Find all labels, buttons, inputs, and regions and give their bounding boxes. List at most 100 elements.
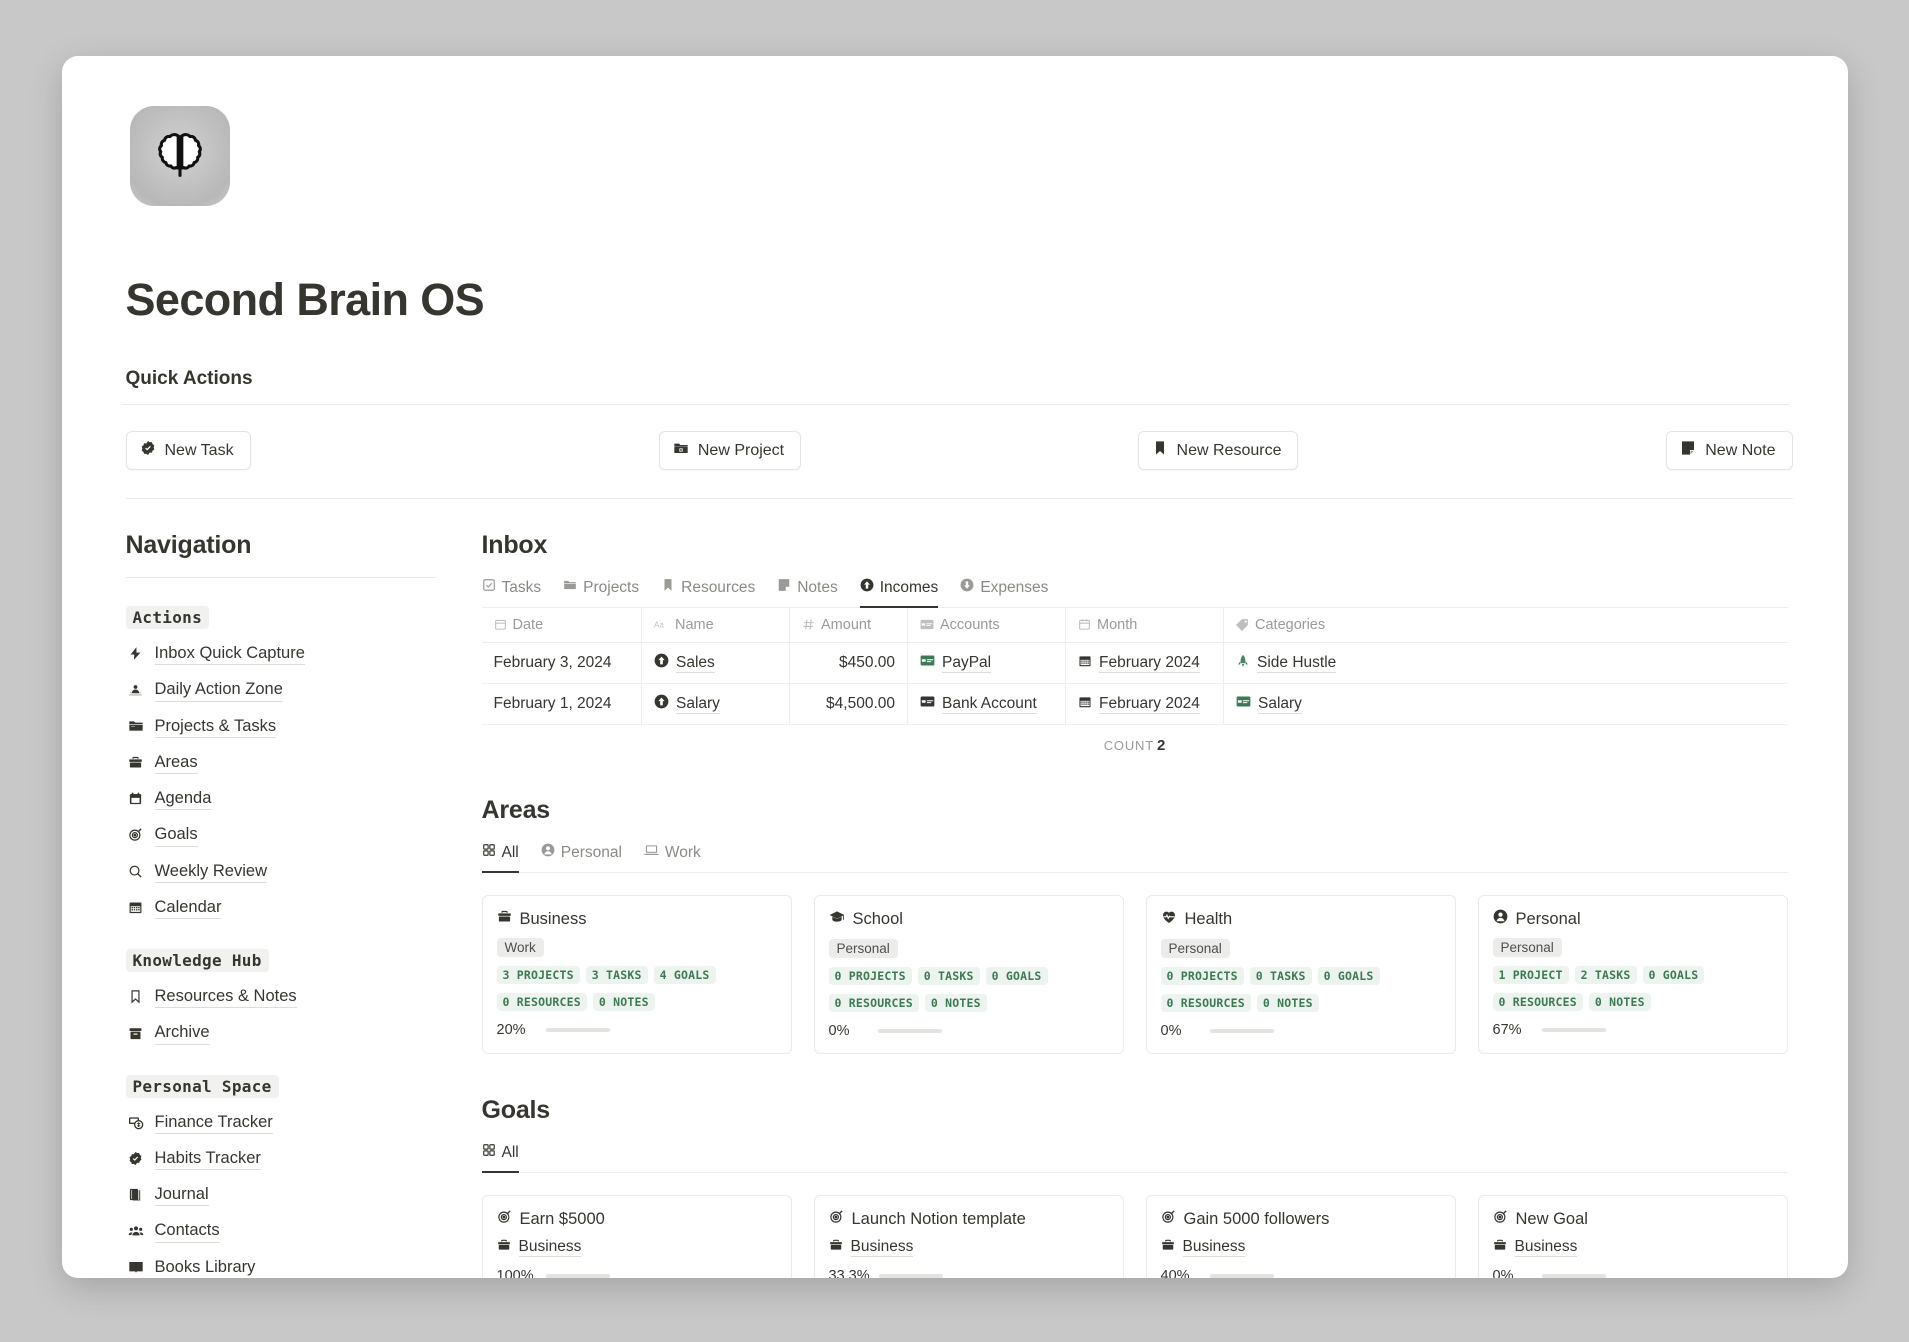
column-header-name[interactable]: AaName (642, 608, 790, 643)
sidebar-item-weekly-review[interactable]: Weekly Review (126, 860, 436, 883)
tab-areas-work[interactable]: Work (644, 843, 701, 873)
cell-name-label[interactable]: Sales (676, 654, 715, 673)
goal-area-label[interactable]: Business (851, 1238, 914, 1257)
new-resource-button[interactable]: New Resource (1138, 431, 1299, 470)
goal-card-area: Business (829, 1238, 1109, 1257)
column-header-amount[interactable]: Amount (790, 608, 908, 643)
tab-areas-personal[interactable]: Personal (541, 843, 622, 873)
sidebar-item-archive[interactable]: Archive (126, 1021, 436, 1044)
area-progress: 0% (829, 1023, 1109, 1039)
goal-area-label[interactable]: Business (1515, 1238, 1578, 1257)
goal-card-earn-5000[interactable]: Earn $5000 Business 100% (482, 1195, 792, 1278)
sidebar-item-label: Projects & Tasks (155, 715, 277, 738)
folder-icon (563, 578, 577, 597)
sidebar-item-inbox-quick-capture[interactable]: Inbox Quick Capture (126, 642, 436, 665)
goal-card-gain-5000-followers[interactable]: Gain 5000 followers Business 40% (1146, 1195, 1456, 1278)
area-card-personal[interactable]: Personal Personal 1 PROJECT 2 TASKS 0 GO… (1478, 895, 1788, 1054)
briefcase-icon (1493, 1238, 1507, 1257)
stat-notes: 0 NOTES (1589, 993, 1651, 1011)
goal-card-launch-notion-template[interactable]: Launch Notion template Business 33.3% (814, 1195, 1124, 1278)
new-note-button[interactable]: New Note (1666, 431, 1792, 470)
bookmark-icon (661, 578, 675, 597)
tab-expenses[interactable]: Expenses (960, 578, 1048, 608)
stat-projects: 0 PROJECTS (829, 967, 912, 985)
new-project-button[interactable]: New Project (659, 431, 801, 470)
goal-area-label[interactable]: Business (1183, 1238, 1246, 1257)
areas-heading: Areas (482, 796, 1788, 825)
tab-label: Work (665, 844, 701, 862)
column-header-categories[interactable]: Categories (1224, 608, 1788, 643)
stat-goals: 0 GOALS (1643, 966, 1705, 984)
area-card-school[interactable]: School Personal 0 PROJECTS 0 TASKS 0 GOA… (814, 895, 1124, 1054)
sidebar-item-journal[interactable]: Journal (126, 1183, 436, 1206)
sidebar-item-resources-notes[interactable]: Resources & Notes (126, 985, 436, 1008)
progress-bar (1210, 1274, 1274, 1278)
tab-goals-all[interactable]: All (482, 1143, 519, 1173)
sidebar-item-agenda[interactable]: Agenda (126, 787, 436, 810)
areas-tabs: All Personal Work (482, 843, 1788, 873)
cell-amount: $450.00 (790, 643, 908, 684)
sidebar-item-contacts[interactable]: Contacts (126, 1219, 436, 1242)
cell-name-label[interactable]: Salary (676, 695, 720, 714)
goal-card-area: Business (497, 1238, 777, 1257)
stat-tasks: 3 TASKS (586, 966, 648, 984)
cell-account-label[interactable]: Bank Account (942, 695, 1037, 714)
column-header-label: Month (1097, 617, 1137, 633)
goal-area-label[interactable]: Business (519, 1238, 582, 1257)
column-header-label: Date (513, 617, 544, 633)
column-header-month[interactable]: Month (1066, 608, 1224, 643)
row-count: COUNT2 (482, 737, 1788, 754)
cell-month-label[interactable]: February 2024 (1099, 695, 1200, 714)
quick-actions-bar: New Task New Project (126, 431, 1793, 470)
stat-notes: 0 NOTES (593, 993, 655, 1011)
goals-heading: Goals (482, 1096, 1788, 1125)
sidebar-item-daily-action-zone[interactable]: Daily Action Zone (126, 678, 436, 701)
sidebar-item-finance-tracker[interactable]: Finance Tracker (126, 1111, 436, 1134)
sidebar-item-goals[interactable]: Goals (126, 823, 436, 846)
goal-card-title: Launch Notion template (829, 1209, 1109, 1229)
area-card-title: Health (1161, 909, 1441, 930)
column-header-accounts[interactable]: Accounts (908, 608, 1066, 643)
navigation-sidebar: Navigation Actions Inbox Quick Capture D… (126, 531, 436, 1278)
calendar-grid-icon (126, 900, 146, 915)
area-card-business[interactable]: Business Work 3 PROJECTS 3 TASKS 4 GOALS… (482, 895, 792, 1054)
table-row[interactable]: February 1, 2024 Salary $4,500.00 (482, 684, 1788, 725)
new-task-button[interactable]: New Task (126, 431, 251, 470)
tab-label: Expenses (980, 579, 1048, 597)
sidebar-item-areas[interactable]: Areas (126, 751, 436, 774)
goals-cards: Earn $5000 Business 100% (482, 1195, 1788, 1278)
divider (126, 577, 436, 578)
sidebar-item-label: Weekly Review (155, 860, 267, 883)
cell-month-label[interactable]: February 2024 (1099, 654, 1200, 673)
stat-resources: 0 RESOURCES (1493, 993, 1583, 1011)
tab-resources[interactable]: Resources (661, 578, 755, 608)
tab-tasks[interactable]: Tasks (482, 578, 542, 608)
new-resource-label: New Resource (1177, 442, 1282, 460)
goal-card-new-goal[interactable]: New Goal Business 0% (1478, 1195, 1788, 1278)
table-row[interactable]: February 3, 2024 Sales $450.00 (482, 643, 1788, 684)
folder-icon (126, 718, 146, 734)
stat-resources: 0 RESOURCES (829, 994, 919, 1012)
cell-category-label[interactable]: Side Hustle (1257, 654, 1336, 673)
open-book-icon (126, 1259, 146, 1275)
area-card-health[interactable]: Health Personal 0 PROJECTS 0 TASKS 0 GOA… (1146, 895, 1456, 1054)
tab-projects[interactable]: Projects (563, 578, 639, 608)
sidebar-item-habits-tracker[interactable]: Habits Tracker (126, 1147, 436, 1170)
goal-card-title-label: Gain 5000 followers (1184, 1210, 1330, 1229)
sidebar-item-calendar[interactable]: Calendar (126, 896, 436, 919)
sidebar-item-label: Agenda (155, 787, 212, 810)
column-header-date[interactable]: Date (482, 608, 642, 643)
hash-icon (802, 618, 815, 631)
sidebar-item-books-library[interactable]: Books Library (126, 1256, 436, 1278)
person-circle-icon (1493, 909, 1508, 929)
check-badge-icon (126, 1151, 146, 1166)
tab-incomes[interactable]: Incomes (860, 578, 939, 608)
sidebar-item-projects-tasks[interactable]: Projects & Tasks (126, 715, 436, 738)
calendar-icon (1078, 618, 1091, 631)
cell-category-label[interactable]: Salary (1258, 695, 1302, 714)
goal-card-title: Earn $5000 (497, 1209, 777, 1229)
tab-notes[interactable]: Notes (777, 578, 838, 608)
tab-areas-all[interactable]: All (482, 843, 519, 873)
sidebar-item-label: Archive (155, 1021, 210, 1044)
cell-account-label[interactable]: PayPal (942, 654, 991, 673)
